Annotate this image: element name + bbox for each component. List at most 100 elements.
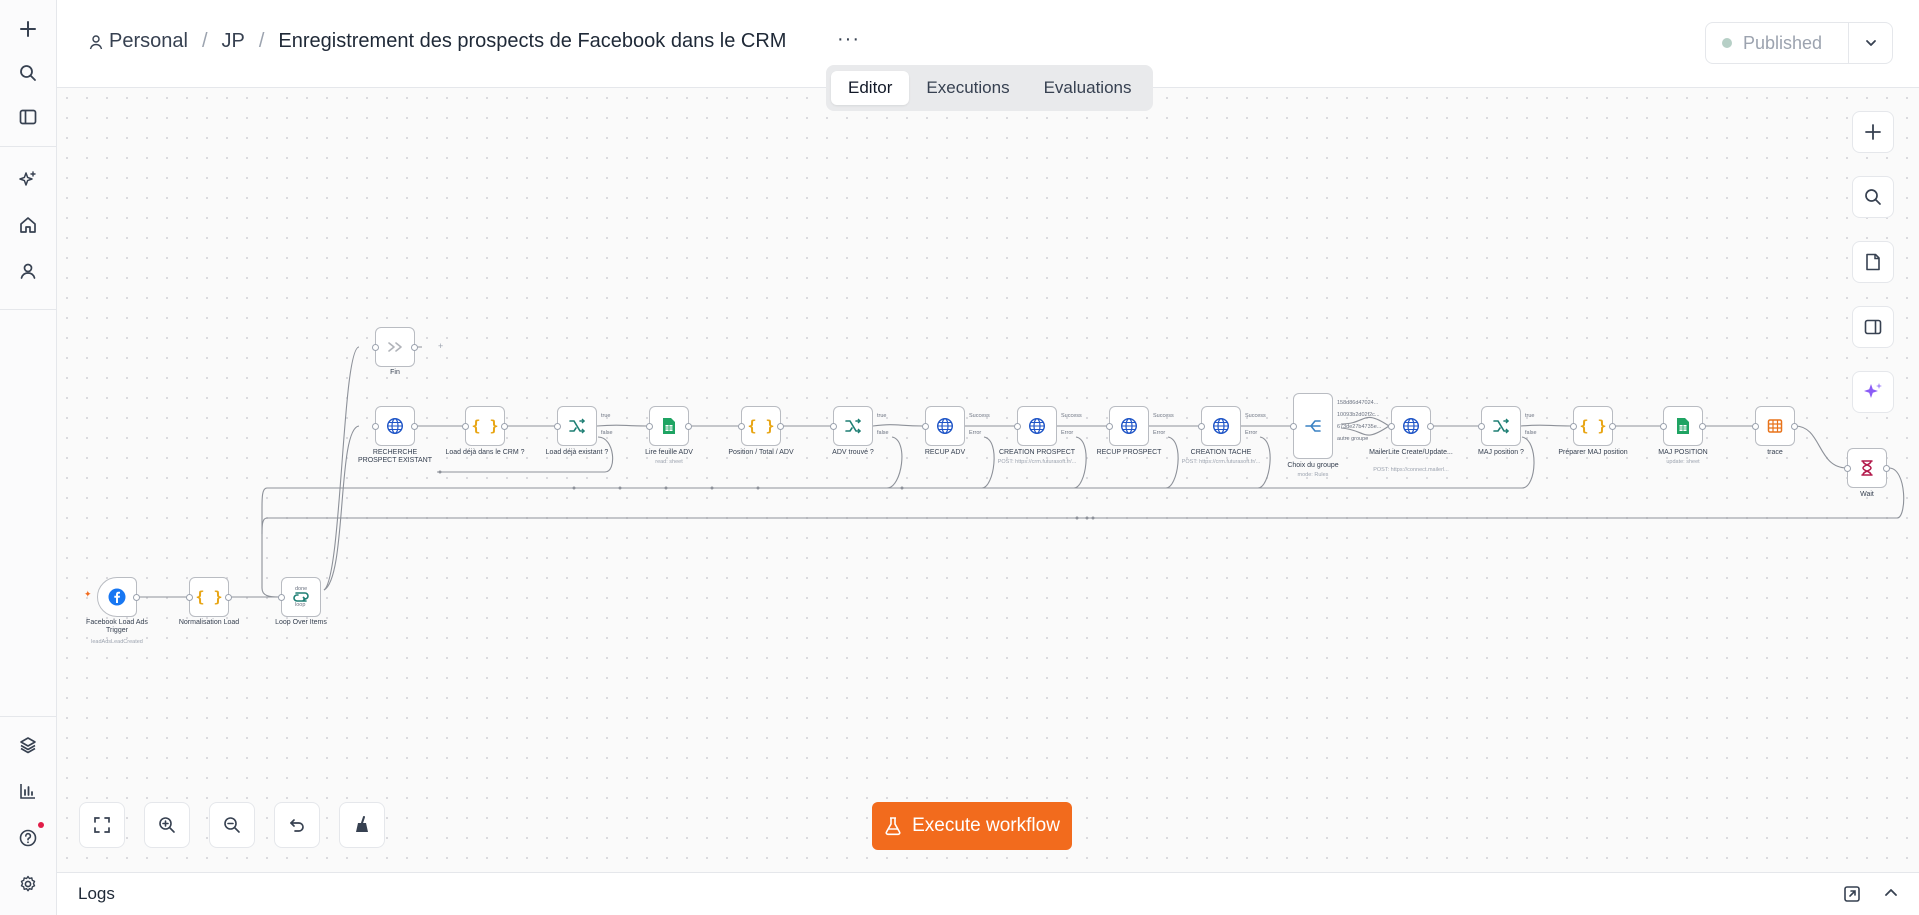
fit-view-icon [94, 817, 110, 833]
publish-dropdown-button[interactable] [1849, 22, 1893, 64]
node-preparer-maj[interactable]: { } [1570, 406, 1616, 446]
breadcrumb-folder[interactable]: JP [222, 30, 245, 53]
search-icon[interactable] [14, 59, 42, 87]
more-options-button[interactable]: ··· [837, 28, 860, 51]
pop-out-logs-icon[interactable] [1843, 885, 1861, 908]
input-port[interactable] [278, 593, 285, 601]
switch-router-icon [1305, 420, 1321, 432]
output-port[interactable] [225, 593, 232, 601]
templates-icon[interactable] [14, 731, 42, 759]
node-trace[interactable] [1752, 406, 1798, 446]
node-mailerlite[interactable] [1388, 406, 1434, 446]
output-port[interactable] [501, 422, 508, 430]
input-port[interactable] [1478, 422, 1485, 430]
workflow-title[interactable]: Enregistrement des prospects de Facebook… [278, 30, 786, 53]
node-load-crm[interactable]: { } [462, 406, 508, 446]
home-icon[interactable] [14, 211, 42, 239]
zoom-in-button[interactable] [144, 802, 190, 848]
ai-assistant-button[interactable] [1852, 371, 1894, 413]
input-port[interactable] [830, 422, 837, 430]
output-label-done: done [295, 586, 308, 592]
output-port[interactable] [133, 593, 140, 601]
add-node-handle[interactable]: + [438, 341, 443, 351]
node-fin[interactable] [372, 327, 418, 367]
node-recup-prospect[interactable] [1106, 406, 1149, 446]
output-port[interactable] [1791, 422, 1798, 430]
zoom-out-button[interactable] [209, 802, 255, 848]
sparkles-icon[interactable] [14, 166, 42, 194]
input-port[interactable] [922, 422, 929, 430]
node-adv-trouve[interactable] [830, 406, 873, 446]
input-port[interactable] [1752, 422, 1759, 430]
input-port[interactable] [1844, 464, 1851, 472]
node-wait[interactable] [1844, 448, 1890, 488]
node-choix-du-groupe[interactable] [1290, 393, 1333, 459]
output-label-loop: loop [295, 602, 306, 608]
input-port[interactable] [462, 422, 469, 430]
output-port[interactable] [1699, 422, 1706, 430]
input-port[interactable] [1570, 422, 1577, 430]
connection [981, 436, 995, 489]
output-port[interactable] [685, 422, 692, 430]
workflow-canvas[interactable]: ✦ Facebook Load Ads Trigger leadAdsLeadC… [57, 88, 1919, 872]
output-port[interactable] [777, 422, 784, 430]
sidebar-toggle-icon[interactable] [14, 103, 42, 131]
node-recherche-prospect[interactable] [372, 406, 418, 446]
sticky-note-button[interactable] [1852, 241, 1894, 283]
add-node-button[interactable] [1852, 111, 1894, 153]
breadcrumb-project[interactable]: Personal [109, 30, 188, 53]
node-facebook-trigger[interactable] [97, 577, 140, 617]
node-lire-feuille-adv[interactable] [646, 406, 692, 446]
output-label-success: Success [1061, 413, 1082, 419]
output-port[interactable] [411, 422, 418, 430]
insights-chart-icon[interactable] [14, 777, 42, 805]
output-port[interactable] [411, 343, 418, 351]
person-icon [89, 34, 103, 49]
zoom-to-fit-button[interactable] [79, 802, 125, 848]
undo-button[interactable] [274, 802, 320, 848]
input-port[interactable] [372, 422, 379, 430]
settings-gear-icon[interactable] [14, 870, 42, 898]
node-maj-position-check[interactable] [1478, 406, 1521, 446]
node-position-total[interactable]: { } [738, 406, 784, 446]
node-maj-position-sheet[interactable] [1660, 406, 1706, 446]
search-nodes-button[interactable] [1852, 176, 1894, 218]
node-load-existant[interactable] [554, 406, 597, 446]
node-creation-prospect[interactable] [1014, 406, 1057, 446]
input-port[interactable] [554, 422, 561, 430]
input-port[interactable] [646, 422, 653, 430]
add-icon[interactable] [14, 15, 42, 43]
toggle-panel-button[interactable] [1852, 306, 1894, 348]
tidy-up-button[interactable] [339, 802, 385, 848]
input-port[interactable] [1290, 422, 1297, 430]
input-port[interactable] [1106, 422, 1113, 430]
node-label: Lire feuille ADV [645, 449, 693, 456]
node-loop-over-items[interactable] [278, 577, 321, 617]
input-port[interactable] [372, 343, 379, 351]
published-button[interactable]: Published [1705, 22, 1849, 64]
logs-panel-bar[interactable]: Logs [57, 872, 1919, 915]
node-recup-adv[interactable] [922, 406, 965, 446]
output-port[interactable] [1609, 422, 1616, 430]
execute-workflow-button[interactable]: Execute workflow [872, 802, 1072, 850]
connection-arrow [710, 486, 714, 490]
input-port[interactable] [1014, 422, 1021, 430]
input-port[interactable] [1388, 422, 1395, 430]
input-port[interactable] [738, 422, 745, 430]
input-port[interactable] [186, 593, 193, 601]
chevron-up-icon[interactable] [1883, 885, 1899, 906]
published-status-dot [1722, 38, 1732, 48]
connection [886, 436, 903, 489]
tab-evaluations[interactable]: Evaluations [1027, 71, 1149, 105]
input-port[interactable] [1660, 422, 1667, 430]
input-port[interactable] [1198, 422, 1205, 430]
output-port[interactable] [1427, 422, 1434, 430]
node-normalisation[interactable]: { } [186, 577, 232, 617]
output-label-error: Error [1245, 430, 1258, 436]
node-creation-tache[interactable] [1198, 406, 1241, 446]
output-port[interactable] [1883, 464, 1890, 472]
help-icon[interactable] [14, 824, 42, 852]
tab-editor[interactable]: Editor [831, 71, 910, 105]
user-icon[interactable] [14, 257, 42, 285]
tab-executions[interactable]: Executions [909, 71, 1026, 105]
